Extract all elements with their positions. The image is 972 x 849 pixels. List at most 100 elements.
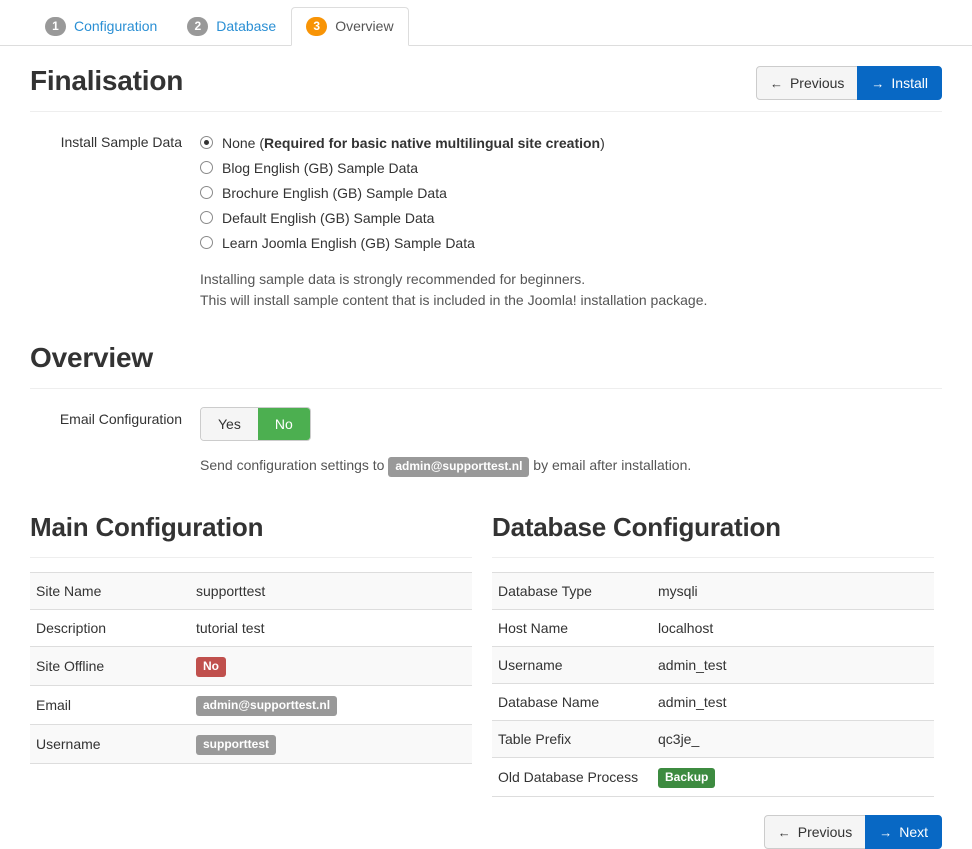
- tab-overview[interactable]: 3 Overview: [291, 7, 409, 46]
- value-text: mysqli: [658, 583, 698, 599]
- database-configuration-table: Database Type mysqli Host Name localhost…: [492, 572, 934, 797]
- table-row: Site Name supporttest: [30, 572, 472, 610]
- sample-data-row: Install Sample Data None (Required for b…: [30, 112, 942, 311]
- radio-option-learn-joomla[interactable]: Learn Joomla English (GB) Sample Data: [200, 230, 942, 255]
- row-value: tutorial test: [190, 609, 472, 647]
- row-key: Site Name: [30, 572, 190, 610]
- radio-option-emphasis: Required for basic native multilingual s…: [264, 134, 601, 151]
- overview-title: Overview: [30, 342, 153, 373]
- step-number-badge: 1: [45, 16, 66, 36]
- table-row: Email admin@supporttest.nl: [30, 685, 472, 725]
- row-key: Database Type: [492, 572, 652, 610]
- installer-step-tabs: 1 Configuration 2 Database 3 Overview: [0, 0, 972, 46]
- row-value: Backup: [652, 757, 934, 797]
- previous-button-bottom[interactable]: ← Previous: [763, 815, 867, 849]
- table-row: Username admin_test: [492, 646, 934, 684]
- table-row: Old Database Process Backup: [492, 757, 934, 797]
- value-text: supporttest: [196, 583, 266, 599]
- row-key: Database Name: [492, 683, 652, 721]
- radio-icon[interactable]: [200, 236, 213, 249]
- status-badge: No: [196, 657, 226, 677]
- table-row: Username supporttest: [30, 724, 472, 764]
- sample-data-help-text: Installing sample data is strongly recom…: [200, 269, 942, 311]
- step-number-badge: 2: [187, 16, 209, 36]
- tab-configuration[interactable]: 1 Configuration: [30, 7, 172, 46]
- value-badge: admin@supporttest.nl: [196, 696, 338, 716]
- send-note-prefix: Send configuration settings to: [200, 457, 385, 473]
- table-row: Site Offline No: [30, 646, 472, 686]
- database-configuration-divider: [492, 557, 934, 558]
- row-value: admin_test: [652, 683, 934, 721]
- main-configuration-divider: [30, 557, 472, 558]
- value-text: tutorial test: [196, 620, 265, 636]
- next-button-label: Next: [899, 824, 928, 840]
- arrow-right-icon: →: [879, 824, 893, 840]
- radio-icon[interactable]: [200, 136, 213, 149]
- row-value: supporttest: [190, 572, 472, 610]
- row-key: Description: [30, 609, 190, 647]
- sample-data-label: Install Sample Data: [60, 134, 182, 150]
- tab-label: Configuration: [74, 18, 158, 34]
- overview-divider: [30, 388, 942, 389]
- row-value: admin_test: [652, 646, 934, 684]
- radio-icon[interactable]: [200, 186, 213, 199]
- help-line-1: Installing sample data is strongly recom…: [200, 271, 586, 287]
- table-row: Table Prefix qc3je_: [492, 720, 934, 758]
- radio-option-label: Brochure English (GB) Sample Data: [222, 184, 447, 201]
- value-text: qc3je_: [658, 731, 700, 747]
- send-note-suffix: by email after installation.: [533, 457, 692, 473]
- value-text: admin_test: [658, 657, 727, 673]
- main-configuration-table: Site Name supporttest Description tutori…: [30, 572, 472, 764]
- radio-option-label: Blog English (GB) Sample Data: [222, 159, 419, 176]
- top-button-group: ← Previous → Install: [755, 66, 942, 100]
- radio-option-label: None (Required for basic native multilin…: [222, 134, 605, 151]
- row-value: qc3je_: [652, 720, 934, 758]
- row-key: Username: [30, 724, 190, 764]
- database-configuration-title: Database Configuration: [492, 512, 781, 542]
- install-button[interactable]: → Install: [857, 66, 942, 100]
- row-key: Site Offline: [30, 646, 190, 686]
- send-note-email-badge: admin@supporttest.nl: [388, 457, 530, 477]
- radio-option-brochure[interactable]: Brochure English (GB) Sample Data: [200, 180, 942, 205]
- radio-option-blog[interactable]: Blog English (GB) Sample Data: [200, 155, 942, 180]
- radio-icon[interactable]: [200, 211, 213, 224]
- row-value: mysqli: [652, 572, 934, 610]
- table-row: Database Type mysqli: [492, 572, 934, 610]
- status-badge: Backup: [658, 768, 716, 788]
- sample-data-options: None (Required for basic native multilin…: [200, 130, 942, 311]
- overview-section: Overview: [30, 311, 942, 389]
- configuration-summary-columns: Main Configuration Site Name supporttest…: [30, 511, 942, 797]
- previous-button-label: Previous: [789, 75, 845, 91]
- email-configuration-label: Email Configuration: [59, 411, 182, 427]
- toggle-no-button[interactable]: No: [257, 408, 310, 440]
- tab-database[interactable]: 2 Database: [172, 7, 291, 46]
- table-row: Database Name admin_test: [492, 683, 934, 721]
- previous-button-label: Previous: [797, 824, 853, 840]
- install-button-label: Install: [891, 75, 928, 91]
- next-button[interactable]: → Next: [865, 815, 942, 849]
- toggle-yes-button[interactable]: Yes: [201, 408, 258, 440]
- radio-option-none[interactable]: None (Required for basic native multilin…: [200, 130, 942, 155]
- value-text: admin_test: [658, 694, 727, 710]
- help-line-2: This will install sample content that is…: [200, 292, 708, 308]
- previous-button-top[interactable]: ← Previous: [755, 66, 859, 100]
- table-row: Host Name localhost: [492, 609, 934, 647]
- row-key: Table Prefix: [492, 720, 652, 758]
- email-configuration-row: Email Configuration Yes No Send configur…: [30, 389, 942, 477]
- row-key: Username: [492, 646, 652, 684]
- tab-label: Overview: [335, 18, 394, 34]
- page-content: Finalisation ← Previous → Install Instal…: [0, 46, 972, 849]
- title-divider: [30, 111, 942, 112]
- send-configuration-note: Send configuration settings to admin@sup…: [200, 455, 942, 477]
- arrow-left-icon: ←: [777, 824, 791, 840]
- arrow-right-icon: →: [871, 75, 885, 91]
- row-value: localhost: [652, 609, 934, 647]
- database-configuration-column: Database Configuration Database Type mys…: [492, 511, 934, 797]
- radio-option-label: Learn Joomla English (GB) Sample Data: [222, 234, 475, 251]
- radio-option-default[interactable]: Default English (GB) Sample Data: [200, 205, 942, 230]
- radio-icon[interactable]: [200, 161, 213, 174]
- row-key: Old Database Process: [492, 757, 652, 797]
- tab-label: Database: [216, 18, 277, 34]
- main-configuration-column: Main Configuration Site Name supporttest…: [30, 511, 472, 797]
- radio-option-label: Default English (GB) Sample Data: [222, 209, 435, 226]
